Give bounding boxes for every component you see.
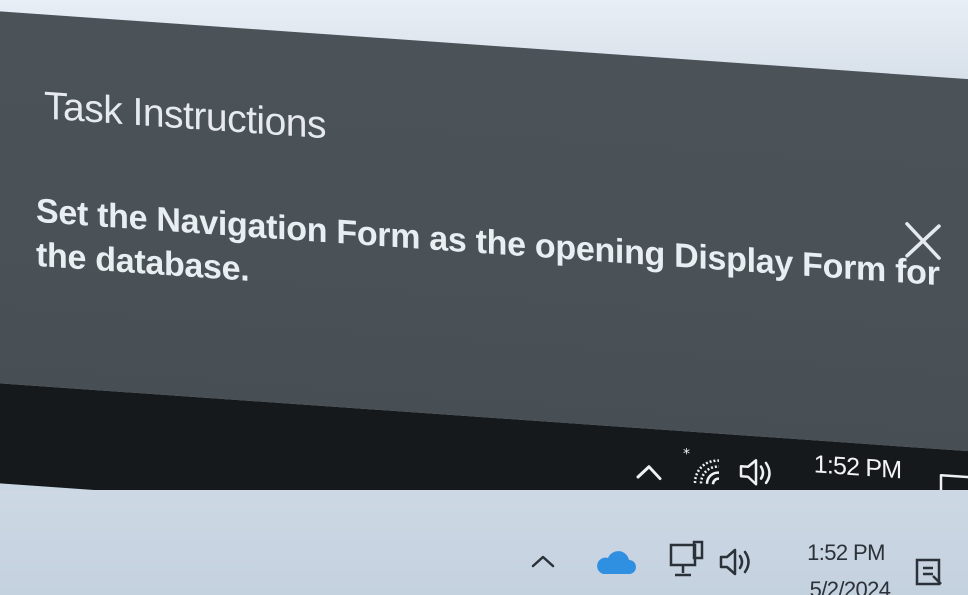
onedrive-button[interactable] — [592, 548, 638, 582]
panel-title: Task Instructions — [44, 84, 326, 148]
task-instruction-text: Set the Navigation Form as the opening D… — [36, 191, 940, 294]
svg-text:*: * — [683, 446, 690, 462]
task-instructions-panel: Task Instructions Set the Navigation For… — [0, 10, 968, 453]
network-button[interactable]: * — [680, 445, 726, 494]
keyboard-layout-button[interactable] — [910, 554, 950, 594]
chevron-up-icon — [530, 552, 556, 575]
chevron-up-icon — [635, 460, 663, 487]
show-hidden-icons-button[interactable] — [632, 456, 666, 492]
host-network-button[interactable] — [664, 540, 708, 584]
host-clock-date: 5/2/2024 — [809, 577, 891, 595]
host-volume-button[interactable] — [716, 544, 760, 584]
wifi-icon: * — [681, 444, 725, 496]
speaker-icon — [717, 545, 759, 584]
network-icon — [666, 539, 706, 586]
host-clock-time[interactable]: 1:52 PM — [786, 538, 906, 568]
onedrive-cloud-icon — [593, 548, 637, 583]
keyboard-layout-icon — [913, 554, 947, 595]
host-taskbar: 1:52 PM 5/2/2024 — [0, 490, 968, 595]
host-show-hidden-icons-button[interactable] — [528, 548, 558, 578]
